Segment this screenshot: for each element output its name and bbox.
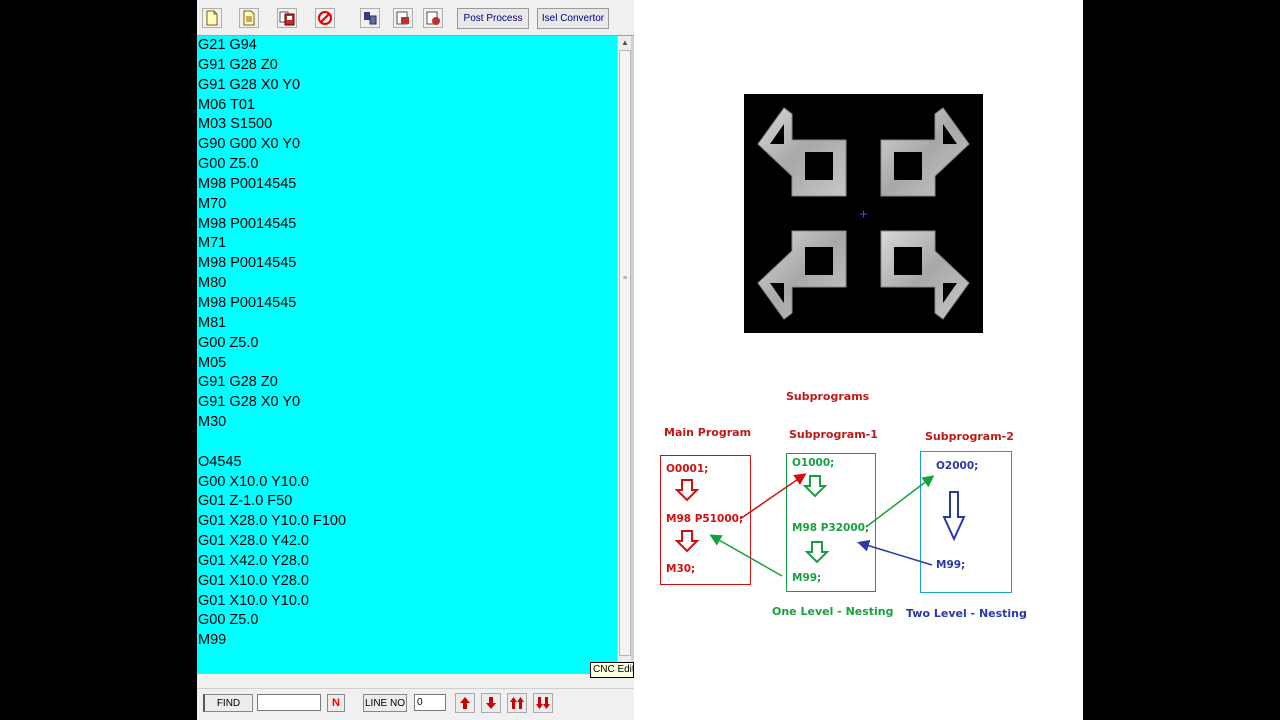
sub1-line-2: M98 P32000; — [792, 522, 870, 534]
code-line[interactable]: M70 — [197, 195, 617, 215]
code-line[interactable]: M03 S1500 — [197, 115, 617, 135]
code-editor-textarea[interactable]: G21 G94 G91 G28 Z0 G91 G28 X0 Y0 M06 T01 M03… — [197, 36, 617, 674]
subprogram-1-header: Subprogram-1 — [789, 428, 878, 441]
subprogram-nesting-diagram: Subprograms Main Program Subprogram-1 Su… — [634, 380, 1083, 640]
code-line[interactable]: O4545 — [197, 453, 617, 473]
arrow-down-icon[interactable] — [481, 693, 501, 713]
n-button[interactable]: N — [327, 694, 345, 712]
main-line-2: M98 P51000; — [666, 513, 744, 525]
status-bar — [197, 674, 634, 688]
code-line[interactable]: G01 X10.0 Y28.0 — [197, 572, 617, 592]
code-line[interactable]: M81 — [197, 314, 617, 334]
new-file-icon[interactable] — [202, 8, 222, 28]
sub1-line-1: O1000; — [792, 457, 835, 469]
find-bar: FIND N LINE NO 0 — [197, 688, 634, 720]
scroll-up-arrow-icon[interactable]: ▲ — [619, 37, 631, 49]
right-panel: Subprograms Main Program Subprogram-1 Su… — [634, 0, 1083, 720]
code-line[interactable]: G91 G28 Z0 — [197, 56, 617, 76]
find-button[interactable]: FIND — [203, 694, 253, 712]
code-line[interactable]: G01 X28.0 Y42.0 — [197, 532, 617, 552]
code-line[interactable]: G00 Z5.0 — [197, 334, 617, 354]
sub2-line-2: M99; — [936, 559, 966, 571]
tool-2-icon[interactable] — [393, 8, 413, 28]
sub1-line-3: M99; — [792, 572, 822, 584]
open-file-icon[interactable] — [239, 8, 259, 28]
find-input[interactable] — [257, 694, 321, 711]
machined-parts-photo — [744, 94, 983, 333]
code-line[interactable]: M98 P0014545 — [197, 254, 617, 274]
post-process-button[interactable]: Post Process — [457, 8, 529, 29]
diagram-title: Subprograms — [786, 390, 870, 403]
subprogram-2-header: Subprogram-2 — [925, 430, 1014, 443]
one-level-nesting-label: One Level - Nesting — [772, 605, 894, 618]
code-line[interactable]: G00 X10.0 Y10.0 — [197, 473, 617, 493]
main-program-header: Main Program — [664, 426, 752, 439]
tool-3-icon[interactable] — [423, 8, 443, 28]
code-line[interactable]: M98 P0014545 — [197, 175, 617, 195]
code-line[interactable]: M80 — [197, 274, 617, 294]
save-icon[interactable] — [277, 8, 297, 28]
code-line[interactable]: G01 X28.0 Y10.0 F100 — [197, 512, 617, 532]
screen: Post Process Isel Convertor G21 G94 G91 G… — [0, 0, 1280, 720]
sub2-line-1: O2000; — [936, 460, 979, 472]
cnc-editor-window: Post Process Isel Convertor G21 G94 G91 G… — [197, 0, 634, 720]
code-line[interactable]: M98 P0014545 — [197, 294, 617, 314]
main-line-1: O0001; — [666, 463, 709, 475]
line-no-input[interactable]: 0 — [414, 694, 446, 711]
code-line[interactable]: G21 G94 — [197, 36, 617, 56]
code-line[interactable]: G91 G28 X0 Y0 — [197, 76, 617, 96]
code-line[interactable]: M99 — [197, 631, 617, 651]
scrollbar-thumb[interactable]: ≡ — [619, 50, 631, 656]
cnc-editor-tooltip: CNC Editor — [590, 662, 634, 678]
vertical-scrollbar[interactable]: ▲ ≡ ▼ — [617, 36, 631, 674]
code-line[interactable]: G01 X42.0 Y28.0 — [197, 552, 617, 572]
main-line-3: M30; — [666, 563, 696, 575]
stop-icon[interactable] — [315, 8, 335, 28]
code-line[interactable]: M30 — [197, 413, 617, 433]
double-arrow-up-icon[interactable] — [507, 693, 527, 713]
scrollbar-grip-icon: ≡ — [623, 275, 628, 282]
code-line[interactable]: G00 Z5.0 — [197, 611, 617, 631]
code-line[interactable] — [197, 433, 617, 453]
tool-1-icon[interactable] — [360, 8, 380, 28]
code-line[interactable]: G91 G28 Z0 — [197, 373, 617, 393]
code-line[interactable]: G90 G00 X0 Y0 — [197, 135, 617, 155]
arrow-up-icon[interactable] — [455, 693, 475, 713]
two-level-nesting-label: Two Level - Nesting — [906, 607, 1027, 620]
line-no-button[interactable]: LINE NO — [363, 694, 407, 712]
subprogram-2-box — [920, 451, 1012, 593]
code-line[interactable]: M05 — [197, 354, 617, 374]
code-line[interactable]: M06 T01 — [197, 96, 617, 116]
isel-convertor-button[interactable]: Isel Convertor — [537, 8, 609, 29]
code-line[interactable]: M71 — [197, 234, 617, 254]
double-arrow-down-icon[interactable] — [533, 693, 553, 713]
code-line[interactable]: M98 P0014545 — [197, 215, 617, 235]
code-line[interactable]: G01 X10.0 Y10.0 — [197, 592, 617, 612]
code-line[interactable]: G91 G28 X0 Y0 — [197, 393, 617, 413]
code-line[interactable]: G01 Z-1.0 F50 — [197, 492, 617, 512]
toolbar: Post Process Isel Convertor — [197, 0, 634, 36]
code-line[interactable]: G00 Z5.0 — [197, 155, 617, 175]
